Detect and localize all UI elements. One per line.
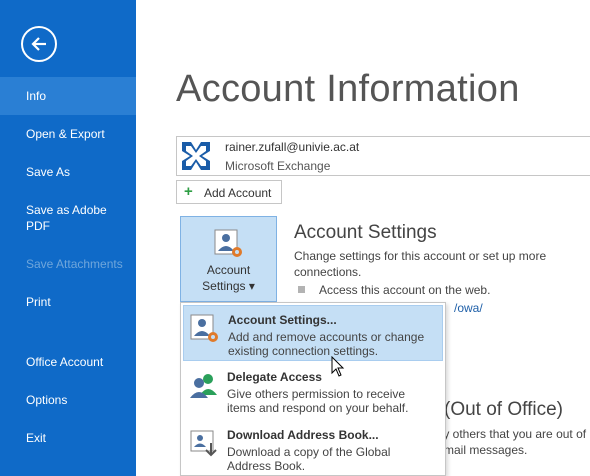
nav-open-export[interactable]: Open & Export (0, 115, 136, 153)
account-settings-description: Change settings for this account or set … (294, 249, 547, 279)
account-email: rainer.zufall@univie.ac.at (225, 140, 360, 154)
menu-item-download-address-book[interactable]: Download Address Book... Download a copy… (183, 421, 443, 476)
menu-item-title: Delegate Access (227, 370, 322, 384)
menu-item-description: Give others permission to receive items … (227, 387, 409, 415)
web-access-text: Access this account on the web. (319, 283, 491, 297)
nav-office-account[interactable]: Office Account (0, 343, 136, 381)
add-account-label: Add Account (204, 186, 272, 200)
page-title: Account Information (176, 68, 520, 110)
menu-item-account-settings[interactable]: Account Settings... Add and remove accou… (183, 305, 443, 361)
account-settings-button[interactable]: Account Settings ▾ (180, 216, 277, 302)
out-of-office-desc-2: -mail messages. (440, 443, 528, 457)
back-arrow-icon[interactable] (21, 26, 57, 62)
account-settings-button-label: Account (206, 263, 251, 277)
out-of-office-desc-1: fy others that you are out of (440, 427, 587, 441)
menu-item-delegate-access[interactable]: Delegate Access Give others permission t… (183, 363, 443, 419)
menu-item-description: Add and remove accounts or change existi… (228, 330, 425, 358)
nav-info[interactable]: Info (0, 77, 136, 115)
account-type: Microsoft Exchange (225, 159, 331, 173)
nav-save-attachments: Save Attachments (26, 257, 123, 271)
nav-exit[interactable]: Exit (0, 419, 136, 457)
account-settings-button-dropdown: Settings ▾ (202, 279, 255, 293)
exchange-icon (181, 141, 211, 176)
delegate-people-icon (189, 371, 219, 406)
backstage-sidebar: Info Open & Export Save As Save as Adobe… (0, 0, 136, 476)
out-of-office-heading: (Out of Office) (444, 399, 563, 420)
nav-save-as-pdf[interactable]: Save as Adobe PDF (0, 198, 110, 236)
account-settings-heading: Account Settings (294, 222, 437, 243)
account-selector[interactable]: rainer.zufall@univie.ac.at Microsoft Exc… (176, 136, 590, 176)
plus-icon: + (184, 183, 193, 200)
add-account-button[interactable]: + Add Account (176, 180, 282, 204)
menu-item-title: Download Address Book... (227, 428, 379, 442)
menu-item-title: Account Settings... (228, 313, 337, 327)
nav-save-as[interactable]: Save As (0, 153, 136, 191)
nav-options[interactable]: Options (0, 381, 136, 419)
bullet-icon (298, 286, 305, 293)
account-settings-dropdown: Account Settings... Add and remove accou… (180, 302, 446, 476)
address-book-icon (189, 429, 219, 464)
account-settings-icon (214, 229, 244, 264)
menu-item-description: Download a copy of the Global Address Bo… (227, 445, 391, 473)
mouse-cursor-icon (331, 355, 345, 383)
owa-link[interactable]: /owa/ (454, 301, 483, 315)
account-settings-icon (190, 314, 220, 349)
nav-print[interactable]: Print (0, 283, 136, 321)
